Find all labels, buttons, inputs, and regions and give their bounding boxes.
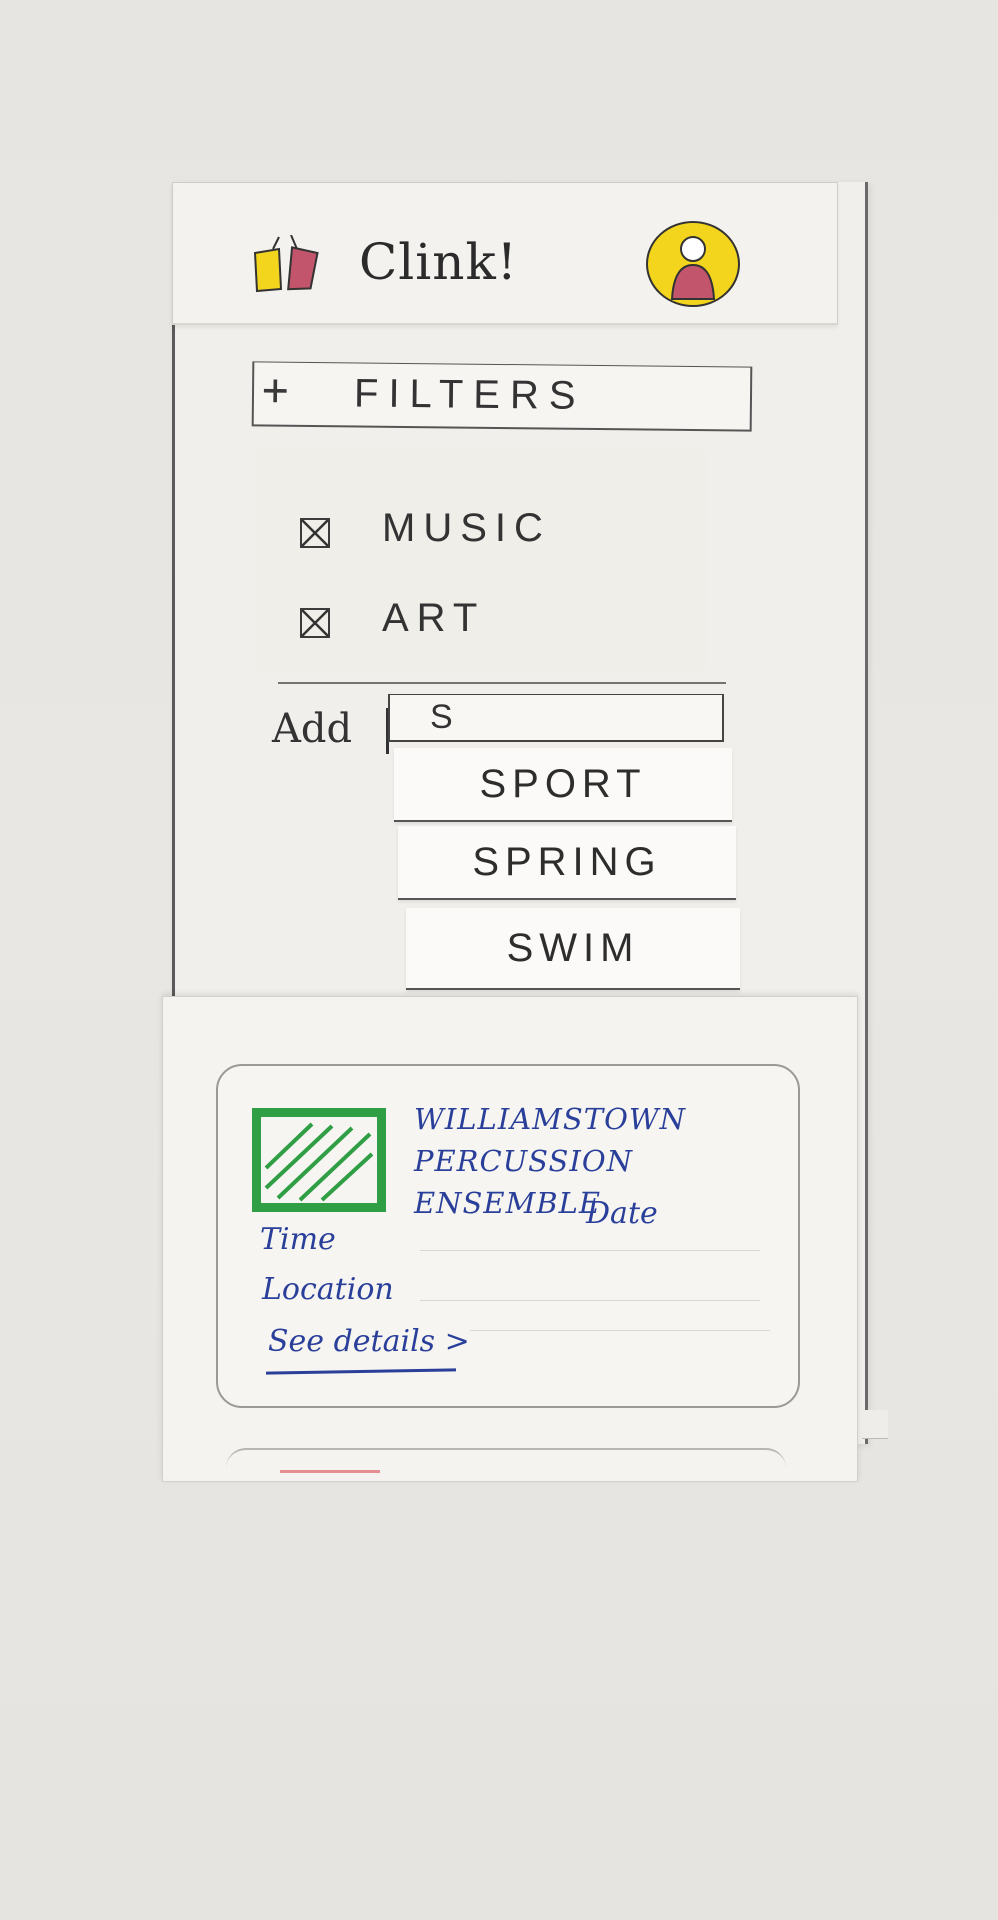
checked-box-icon[interactable]: [300, 518, 330, 548]
suggestion-sport[interactable]: SPORT: [394, 748, 732, 822]
suggestion-swim[interactable]: SWIM: [406, 908, 740, 990]
divider: [470, 1330, 770, 1331]
event-time: Time: [260, 1222, 336, 1257]
user-avatar-icon[interactable]: [644, 219, 742, 309]
add-tag-input[interactable]: S: [388, 694, 724, 742]
app-header: Clink!: [172, 182, 838, 325]
divider: [278, 682, 726, 684]
event-date: Date: [586, 1196, 658, 1231]
filter-label: ART: [382, 596, 486, 640]
frame-edge: [862, 1410, 888, 1439]
divider: [420, 1250, 760, 1251]
filter-label: MUSIC: [382, 506, 551, 550]
event-image-icon: [252, 1108, 386, 1212]
filters-toggle-button[interactable]: + FILTERS: [251, 361, 753, 432]
filter-item-art[interactable]: ART: [276, 590, 676, 650]
divider: [420, 1300, 760, 1301]
filters-title: FILTERS: [353, 371, 586, 418]
app-title: Clink!: [359, 233, 518, 291]
event-location: Location: [262, 1272, 394, 1307]
clinking-cups-icon: [253, 235, 319, 293]
event-title-line: WILLIAMSTOWN: [414, 1102, 687, 1136]
filter-list: MUSIC ART: [256, 450, 706, 670]
checked-box-icon[interactable]: [300, 608, 330, 638]
paper-prototype-scene: Clink! + FILTERS MUSIC ART Add S SPORT S…: [0, 0, 998, 1920]
next-event-card[interactable]: [226, 1448, 786, 1490]
plus-icon: +: [261, 364, 289, 416]
next-event-accent: [280, 1470, 380, 1473]
filter-item-music[interactable]: MUSIC: [276, 500, 676, 560]
add-tag-label: Add: [272, 706, 353, 752]
suggestion-spring[interactable]: SPRING: [398, 826, 736, 900]
see-details-link[interactable]: See details >: [268, 1324, 470, 1359]
